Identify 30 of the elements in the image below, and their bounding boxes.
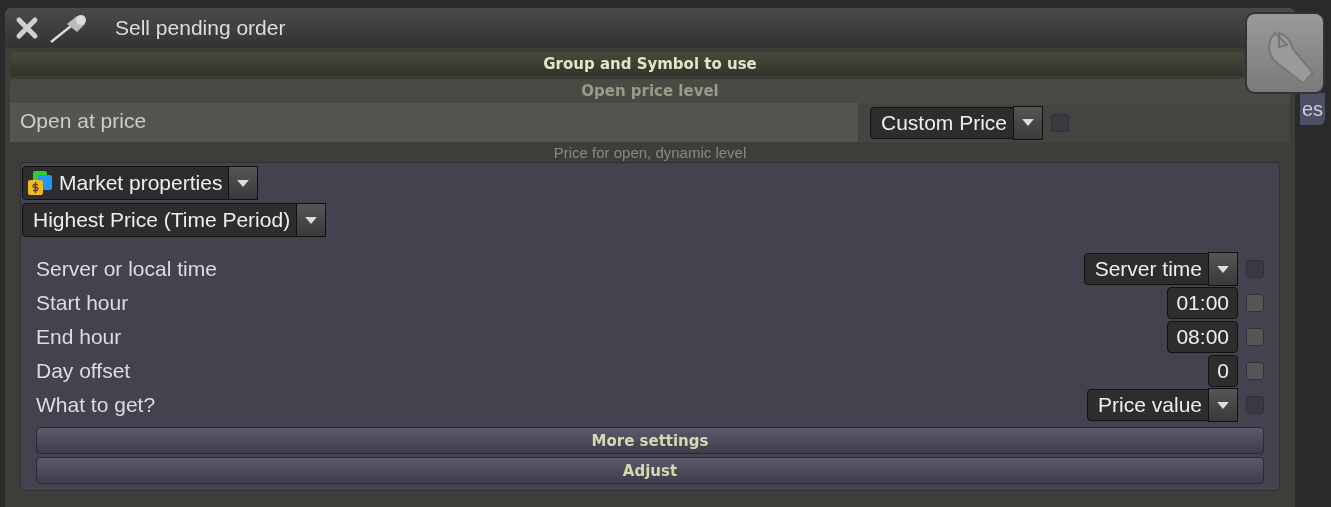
- field-label: Server or local time: [36, 257, 218, 281]
- field-label: End hour: [36, 325, 123, 349]
- dropdown[interactable]: Highest Price (Time Period): [22, 203, 327, 237]
- caret-icon: [1217, 265, 1229, 273]
- caret-icon: [1022, 119, 1035, 126]
- checkbox[interactable]: [1246, 328, 1264, 346]
- money-icon: [27, 170, 53, 196]
- field-label: Start hour: [36, 291, 130, 315]
- section-button[interactable]: Adjust: [36, 457, 1264, 484]
- pin-icon[interactable]: [49, 12, 89, 44]
- caret-icon: [237, 179, 250, 187]
- settings-button[interactable]: [1245, 12, 1325, 94]
- caret-icon: [305, 216, 318, 224]
- field-label: What to get?: [36, 393, 157, 417]
- checkbox[interactable]: [1246, 294, 1264, 312]
- section-header[interactable]: Group and Symbol to use: [10, 52, 1243, 76]
- window-title: Sell pending order: [115, 16, 286, 40]
- field-label: Day offset: [36, 359, 132, 383]
- field-label: Open at price: [10, 103, 858, 142]
- close-icon[interactable]: [15, 16, 39, 40]
- side-tab[interactable]: es: [1300, 93, 1325, 125]
- hint-text: Price for open, dynamic level: [552, 144, 748, 161]
- section-button[interactable]: More settings: [36, 427, 1264, 454]
- checkbox[interactable]: [1246, 362, 1264, 380]
- caret-icon: [1217, 401, 1229, 409]
- dropdown[interactable]: Market properties: [22, 166, 259, 200]
- number-field[interactable]: 01:00: [1167, 287, 1238, 319]
- number-field[interactable]: 0: [1208, 355, 1238, 387]
- number-field[interactable]: 08:00: [1167, 321, 1238, 353]
- dropdown[interactable]: Custom Price: [870, 106, 1044, 139]
